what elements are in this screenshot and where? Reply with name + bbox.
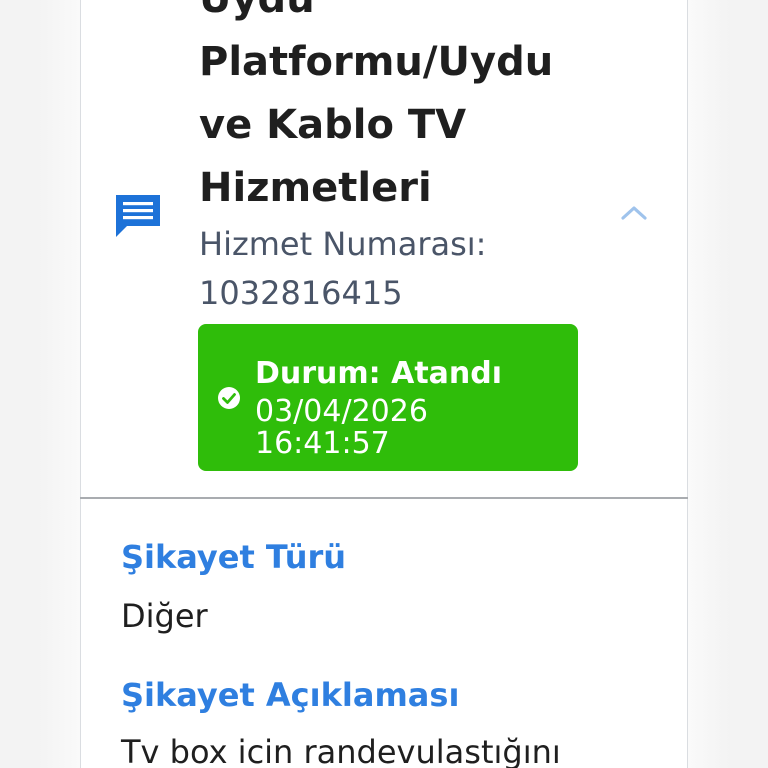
check-circle-icon — [218, 387, 240, 409]
chevron-up-icon[interactable] — [620, 203, 648, 221]
complaint-type-value: Diğer — [121, 597, 208, 635]
complaint-description-label: Şikayet Açıklaması — [121, 676, 460, 714]
complaint-description-value: Tv box icin randevulastığını — [121, 733, 561, 768]
status-title: Durum: Atandı — [255, 356, 503, 391]
service-number-label: Hizmet Numarası: — [199, 225, 487, 263]
complaint-detail-screen: Uydu Platformu/Uydu ve Kablo TV Hizmetle… — [0, 0, 768, 768]
message-text-icon — [116, 195, 160, 237]
status-date: 03/04/2026 — [255, 394, 428, 429]
service-number-value: 1032816415 — [199, 274, 403, 312]
section-divider — [80, 497, 688, 499]
status-time: 16:41:57 — [255, 426, 390, 461]
complaint-type-label: Şikayet Türü — [121, 538, 347, 576]
left-backdrop — [38, 0, 80, 768]
service-category-title: Uydu Platformu/Uydu ve Kablo TV Hizmetle… — [199, 0, 554, 211]
right-backdrop — [688, 0, 730, 768]
